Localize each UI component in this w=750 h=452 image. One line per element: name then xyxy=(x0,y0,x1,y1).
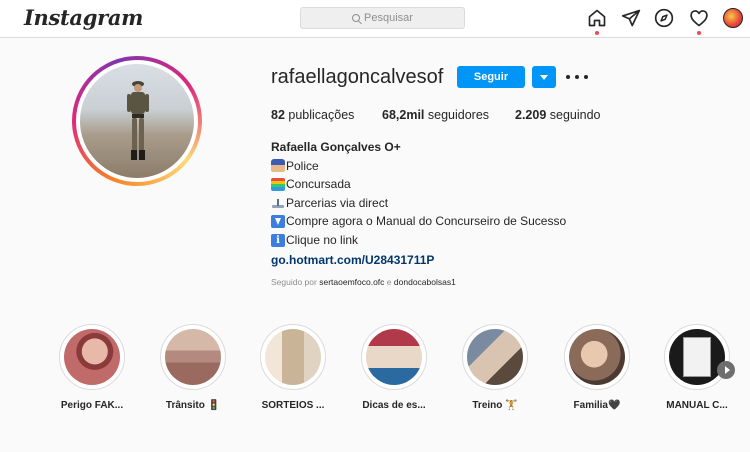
story-highlight[interactable]: SORTEIOS ... xyxy=(260,324,326,411)
highlight-label: Dicas de es... xyxy=(362,400,426,411)
info-emoji: i xyxy=(271,233,285,247)
profile-photo-figure xyxy=(127,81,149,160)
bio-line: Compre agora o Manual do Concurseiro de … xyxy=(271,212,701,231)
books-emoji xyxy=(271,177,285,191)
following-stat[interactable]: 2.209 seguindo xyxy=(515,108,601,122)
posts-stat: 82 publicações xyxy=(271,108,354,122)
activity-icon[interactable] xyxy=(689,8,709,28)
bio-line-text: Compre agora o Manual do Concurseiro de … xyxy=(286,214,567,229)
bio-line-text: Parcerias via direct xyxy=(286,195,389,210)
posts-label: publicações xyxy=(288,108,355,122)
more-icon-dot xyxy=(584,75,588,79)
direct-icon[interactable] xyxy=(621,8,641,28)
search-placeholder: Pesquisar xyxy=(364,12,413,24)
highlight-cover xyxy=(64,329,120,385)
profile-avatar-story-ring[interactable] xyxy=(72,56,202,186)
followers-count: 68,2mil xyxy=(382,108,425,122)
bio-external-link[interactable]: go.hotmart.com/U28431711P xyxy=(271,251,701,270)
highlight-label: Familia🖤 xyxy=(573,400,621,411)
book-cover-shape xyxy=(683,337,711,377)
police-officer-emoji xyxy=(271,159,285,173)
more-icon-dot xyxy=(575,75,579,79)
bio-line-text: Clique no link xyxy=(286,232,359,247)
following-count: 2.209 xyxy=(515,108,547,122)
highlight-label: Treino 🏋 xyxy=(472,400,518,411)
home-notification-dot xyxy=(595,31,599,35)
profile-full-name: Rafaella Gonçalves O+ xyxy=(271,140,401,154)
suggested-accounts-button[interactable] xyxy=(532,66,556,88)
story-highlight[interactable]: Trânsito 🚦 xyxy=(160,324,226,411)
followed-by-text[interactable]: Seguido por sertaoemfoco.ofc e dondocabo… xyxy=(271,277,456,287)
balance-emoji xyxy=(271,197,285,210)
instagram-logo[interactable]: Instagram xyxy=(24,5,143,30)
profile-username: rafaellagoncalvesof xyxy=(271,66,444,88)
highlight-label: MANUAL C... xyxy=(666,400,728,411)
story-highlight[interactable]: Treino 🏋 xyxy=(462,324,528,411)
followed-by-conjunction: e xyxy=(386,277,392,287)
followed-by-user[interactable]: sertaoemfoco.ofc xyxy=(319,277,384,287)
bio-line-text: Police xyxy=(286,158,319,173)
followed-by-prefix: Seguido por xyxy=(271,277,317,287)
follow-button[interactable]: Seguir xyxy=(457,66,525,88)
highlight-cover xyxy=(569,329,625,385)
highlight-label: SORTEIOS ... xyxy=(261,400,325,411)
more-options-button[interactable] xyxy=(566,67,588,87)
followers-label: seguidores xyxy=(427,108,490,122)
search-input[interactable]: Pesquisar xyxy=(300,7,465,29)
highlight-cover xyxy=(669,329,725,385)
bio-line: Concursada xyxy=(271,175,701,194)
highlights-next-button[interactable] xyxy=(717,361,735,379)
top-nav: Instagram Pesquisar xyxy=(0,0,750,38)
highlight-cover xyxy=(467,329,523,385)
highlight-label: Perigo FAK... xyxy=(60,400,124,411)
highlight-cover xyxy=(165,329,221,385)
more-icon-dot xyxy=(566,75,570,79)
story-highlight[interactable]: Perigo FAK... xyxy=(59,324,125,411)
chevron-down-icon xyxy=(540,74,548,80)
story-highlight[interactable]: MANUAL C... xyxy=(664,324,730,411)
activity-notification-dot xyxy=(697,31,701,35)
bio-line: Police xyxy=(271,157,701,176)
followers-stat[interactable]: 68,2mil seguidores xyxy=(382,108,489,122)
profile-photo xyxy=(80,64,194,178)
down-arrow-emoji xyxy=(271,215,285,229)
explore-icon[interactable] xyxy=(654,8,674,28)
bio-line-text: Concursada xyxy=(286,177,351,192)
followed-by-user[interactable]: dondocabolsas1 xyxy=(394,277,456,287)
home-icon[interactable] xyxy=(587,8,607,28)
highlight-label: Trânsito 🚦 xyxy=(165,400,221,411)
highlight-cover xyxy=(265,329,321,385)
profile-avatar[interactable] xyxy=(723,8,743,28)
following-label: seguindo xyxy=(549,108,601,122)
profile-bio: Rafaella Gonçalves O+ Police Concursada … xyxy=(271,138,701,269)
story-highlight[interactable]: Dicas de es... xyxy=(361,324,427,411)
highlight-cover xyxy=(366,329,422,385)
bio-line: i Clique no link xyxy=(271,231,701,250)
search-icon xyxy=(352,14,361,22)
bio-line: Parcerias via direct xyxy=(271,194,701,213)
posts-count: 82 xyxy=(271,108,285,122)
story-highlight[interactable]: Familia🖤 xyxy=(564,324,630,411)
